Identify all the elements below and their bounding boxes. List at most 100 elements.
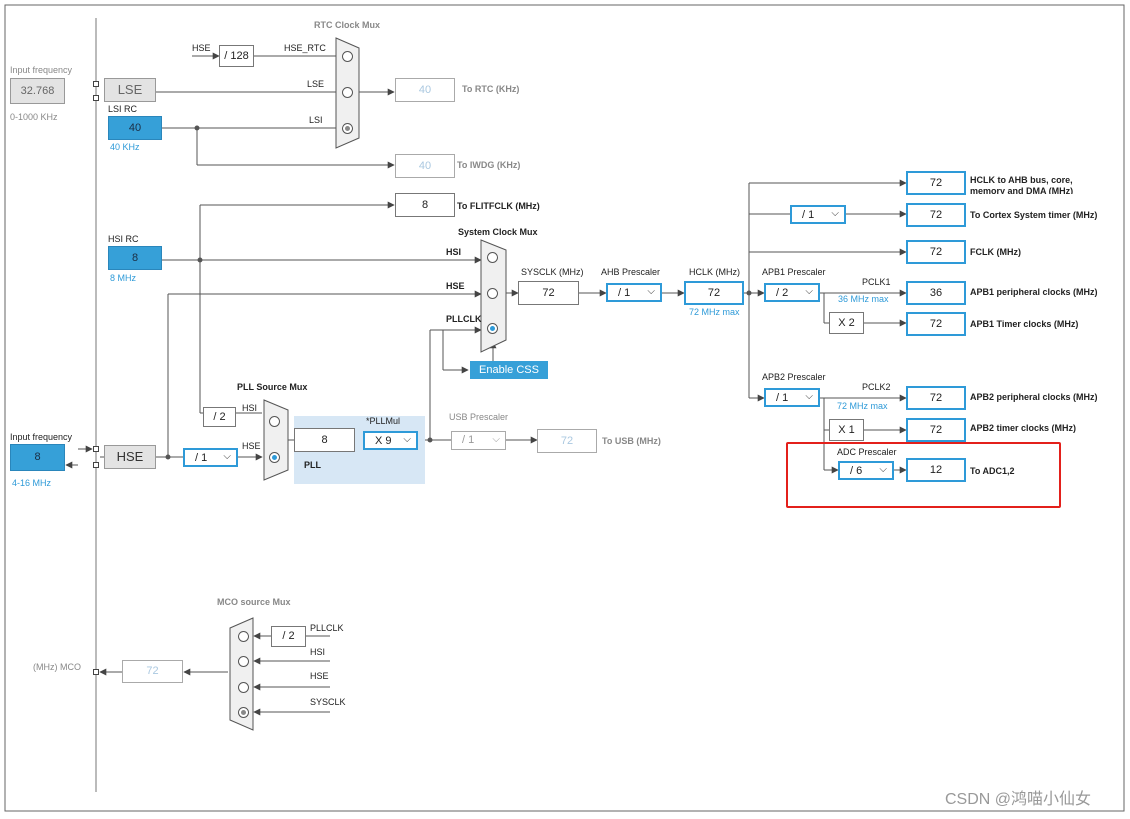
- lse-port-top: [93, 81, 99, 87]
- usb-output-label: To USB (MHz): [602, 436, 661, 446]
- apb1-timer-output: 72: [906, 312, 966, 336]
- lse-port-bottom: [93, 95, 99, 101]
- mco-pllclk-label: PLLCLK: [310, 623, 344, 633]
- apb1-prescaler-select[interactable]: / 2 ⌵: [764, 283, 820, 302]
- watermark: CSDN @鸿喵小仙女: [945, 791, 1092, 808]
- lse-frequency-input[interactable]: 32.768: [10, 78, 65, 104]
- hse-frequency-input[interactable]: 8: [10, 444, 65, 471]
- cortex-timer-label: To Cortex System timer (MHz): [970, 210, 1098, 220]
- rtc-hse-rtc-label: HSE_RTC: [284, 43, 326, 53]
- sysclk-value: 72: [518, 281, 579, 305]
- apb1-peripheral-label: APB1 peripheral clocks (MHz): [970, 287, 1098, 297]
- chevron-down-icon: ⌵: [403, 434, 411, 445]
- enable-css-button[interactable]: Enable CSS: [470, 361, 548, 379]
- hse-range-label: 4-16 MHz: [12, 478, 52, 488]
- hse-divider-select[interactable]: / 1 ⌵: [183, 448, 238, 467]
- sys-mux-hse-label: HSE: [446, 281, 465, 291]
- hse-input-title: Input frequency: [10, 432, 73, 442]
- apb2-peripheral-output: 72: [906, 386, 966, 410]
- mco-output-value: 72: [122, 660, 183, 683]
- rtc-lsi-label: LSI: [309, 115, 323, 125]
- lsi-frequency: 40 KHz: [110, 142, 140, 152]
- ahb-prescaler-select[interactable]: / 1 ⌵: [606, 283, 662, 302]
- lse-input-title: Input frequency: [10, 65, 73, 75]
- mco-pllclk-radio[interactable]: [238, 631, 249, 642]
- chevron-down-icon: ⌵: [831, 208, 839, 219]
- sys-mux-pllclk-label: PLLCLK: [446, 314, 482, 324]
- apb2-timer-multiplier: X 1: [829, 419, 864, 441]
- pll-src-hsi-label: HSI: [242, 403, 258, 413]
- system-mux-title: System Clock Mux: [458, 227, 538, 237]
- lsi-title: LSI RC: [108, 104, 138, 114]
- apb2-prescaler-label: APB2 Prescaler: [762, 372, 826, 382]
- pclk1-label: PCLK1: [862, 277, 891, 287]
- hse-block[interactable]: HSE: [104, 445, 156, 469]
- flitfclk-output-label: To FLITFCLK (MHz): [457, 201, 540, 211]
- rtc-hse-radio[interactable]: [342, 51, 353, 62]
- apb1-timer-label: APB1 Timer clocks (MHz): [970, 319, 1079, 329]
- rtc-mux-title: RTC Clock Mux: [314, 20, 381, 30]
- sys-mux-hse-radio[interactable]: [487, 288, 498, 299]
- sys-mux-hsi-radio[interactable]: [487, 252, 498, 263]
- rtc-output-label: To RTC (KHz): [462, 84, 520, 94]
- sys-mux-pllclk-radio[interactable]: [487, 323, 498, 334]
- usb-prescaler-value: / 1: [462, 434, 475, 446]
- mco-hse-radio[interactable]: [238, 682, 249, 693]
- pll-label: PLL: [304, 460, 321, 470]
- pll-src-hse-radio[interactable]: [269, 452, 280, 463]
- hsi-title: HSI RC: [108, 234, 139, 244]
- apb1-max-label: 36 MHz max: [838, 294, 889, 304]
- rtc-output-value: 40: [395, 78, 455, 102]
- mco-hsi-label: HSI: [310, 647, 326, 657]
- mco-div2-block: / 2: [271, 626, 306, 647]
- hclk-ahb-label: HCLK to AHB bus, core, memory and DMA (M…: [970, 175, 1074, 194]
- lse-block[interactable]: LSE: [104, 78, 156, 102]
- rtc-lse-label: LSE: [307, 79, 325, 89]
- sysclk-label: SYSCLK (MHz): [521, 267, 584, 277]
- ahb-prescaler-label: AHB Prescaler: [601, 267, 661, 277]
- sys-mux-hsi-label: HSI: [446, 247, 462, 257]
- apb2-prescaler-value: / 1: [776, 392, 789, 404]
- rtc-lsi-radio[interactable]: [342, 123, 353, 134]
- usb-prescaler-select[interactable]: / 1 ⌵: [451, 431, 506, 450]
- hclk-input[interactable]: 72: [684, 281, 744, 305]
- hclk-ahb-output: 72: [906, 171, 966, 195]
- apb2-peripheral-label: APB2 peripheral clocks (MHz): [970, 392, 1098, 402]
- hsi-frequency: 8 MHz: [110, 273, 137, 283]
- hse-divider-value: / 1: [195, 452, 208, 464]
- ahb-prescaler-value: / 1: [618, 287, 631, 299]
- rtc-lse-radio[interactable]: [342, 87, 353, 98]
- rtc-div128-block: / 128: [219, 45, 254, 67]
- apb2-timer-output: 72: [906, 418, 966, 442]
- adc-highlight-box: [786, 442, 1061, 508]
- hclk-label: HCLK (MHz): [689, 267, 740, 277]
- mco-sysclk-radio[interactable]: [238, 707, 249, 718]
- clock-configuration-diagram: Input frequency 32.768 0-1000 KHz LSE LS…: [0, 0, 1130, 819]
- iwdg-output-label: To IWDG (KHz): [457, 160, 521, 170]
- usb-prescaler-label: USB Prescaler: [449, 412, 509, 422]
- pll-mul-select[interactable]: X 9 ⌵: [363, 431, 418, 450]
- apb2-prescaler-select[interactable]: / 1 ⌵: [764, 388, 820, 407]
- pll-src-hsi-radio[interactable]: [269, 416, 280, 427]
- hse-port-bottom: [93, 462, 99, 468]
- pll-input-value: 8: [294, 428, 355, 452]
- cortex-timer-output: 72: [906, 203, 966, 227]
- apb1-peripheral-output: 36: [906, 281, 966, 305]
- apb2-max-label: 72 MHz max: [837, 401, 888, 411]
- mco-hse-label: HSE: [310, 671, 329, 681]
- apb2-timer-label: APB2 timer clocks (MHz): [970, 423, 1077, 433]
- apb1-timer-multiplier: X 2: [829, 312, 864, 334]
- pll-source-mux-shape: [263, 399, 289, 481]
- mco-output-label: (MHz) MCO: [33, 662, 81, 672]
- cortex-divider-select[interactable]: / 1 ⌵: [790, 205, 846, 224]
- lse-range-label: 0-1000 KHz: [10, 112, 58, 122]
- fclk-label: FCLK (MHz): [970, 247, 1021, 257]
- pll-mul-label: *PLLMul: [366, 416, 401, 426]
- mco-hsi-radio[interactable]: [238, 656, 249, 667]
- pll-src-hse-label: HSE: [242, 441, 261, 451]
- chevron-down-icon: ⌵: [223, 451, 231, 462]
- pll-hsi-div2-block: / 2: [203, 407, 236, 427]
- iwdg-output-value: 40: [395, 154, 455, 178]
- chevron-down-icon: ⌵: [805, 391, 813, 402]
- lsi-value: 40: [108, 116, 162, 140]
